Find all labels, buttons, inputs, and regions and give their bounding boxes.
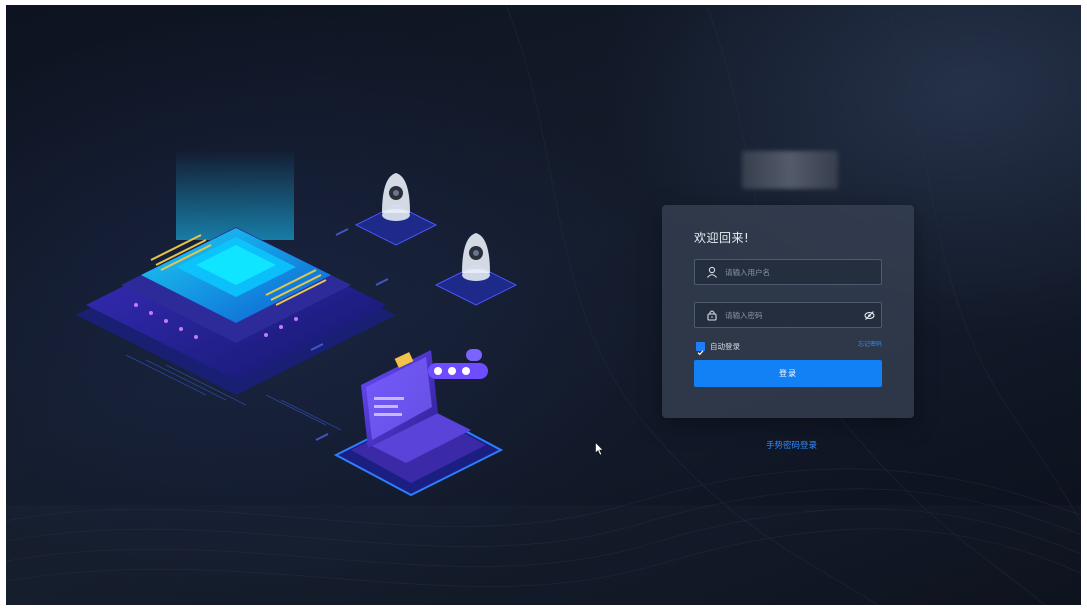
auto-login-checkbox[interactable]: [696, 342, 705, 356]
lock-icon: [707, 310, 717, 321]
username-field[interactable]: [694, 259, 882, 285]
eye-off-icon[interactable]: [864, 310, 875, 321]
chip-icon: [76, 150, 396, 395]
gesture-login-link[interactable]: 手势密码登录: [766, 439, 817, 451]
password-input[interactable]: [725, 307, 855, 323]
login-card: 欢迎回来! 自动登录: [662, 205, 914, 418]
forgot-password-link[interactable]: 忘记密码: [858, 339, 882, 348]
camera-icon: [434, 233, 518, 306]
login-title: 欢迎回来!: [694, 231, 750, 245]
login-screen: 欢迎回来! 自动登录: [6, 5, 1081, 605]
brand-logo: [742, 151, 838, 189]
mouse-cursor-icon: [595, 442, 604, 456]
user-icon: [707, 266, 717, 278]
check-icon: [697, 350, 704, 356]
camera-icon: [354, 173, 438, 246]
laptop-icon: [333, 349, 504, 497]
hero-illustration: [76, 150, 518, 497]
login-button[interactable]: 登录: [694, 360, 882, 387]
password-field[interactable]: [694, 302, 882, 328]
auto-login-label[interactable]: 自动登录: [710, 341, 740, 352]
username-input[interactable]: [725, 264, 855, 280]
